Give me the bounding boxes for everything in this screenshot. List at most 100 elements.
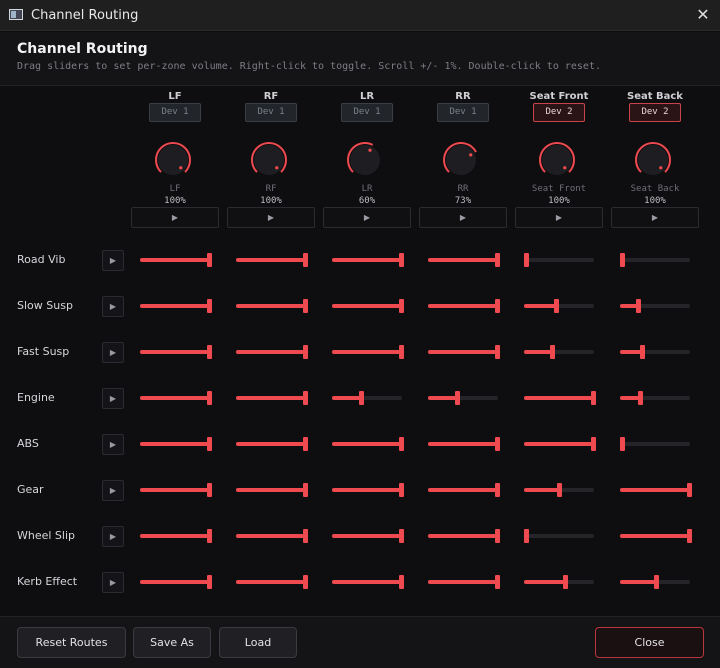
route-slider[interactable]: [620, 299, 692, 313]
route-slider[interactable]: [428, 575, 500, 589]
slider-thumb[interactable]: [207, 299, 212, 313]
volume-knob[interactable]: [153, 140, 193, 180]
volume-knob[interactable]: [537, 140, 577, 180]
zone-play-button[interactable]: ▶: [515, 207, 603, 228]
slider-thumb[interactable]: [399, 345, 404, 359]
slider-thumb[interactable]: [303, 437, 308, 451]
route-slider[interactable]: [524, 437, 596, 451]
route-slider[interactable]: [524, 391, 596, 405]
slider-thumb[interactable]: [399, 529, 404, 543]
slider-thumb[interactable]: [638, 391, 643, 405]
route-slider[interactable]: [236, 345, 308, 359]
route-slider[interactable]: [620, 575, 692, 589]
route-slider[interactable]: [428, 299, 500, 313]
zone-play-button[interactable]: ▶: [611, 207, 699, 228]
route-slider[interactable]: [332, 483, 404, 497]
route-slider[interactable]: [236, 391, 308, 405]
route-slider[interactable]: [236, 253, 308, 267]
slider-thumb[interactable]: [495, 299, 500, 313]
slider-thumb[interactable]: [591, 437, 596, 451]
slider-thumb[interactable]: [207, 253, 212, 267]
route-slider[interactable]: [332, 299, 404, 313]
zone-play-button[interactable]: ▶: [227, 207, 315, 228]
route-slider[interactable]: [620, 529, 692, 543]
slider-thumb[interactable]: [303, 253, 308, 267]
route-slider[interactable]: [140, 437, 212, 451]
slider-thumb[interactable]: [303, 483, 308, 497]
slider-thumb[interactable]: [620, 437, 625, 451]
channel-play-button[interactable]: ▶: [102, 572, 124, 593]
slider-thumb[interactable]: [554, 299, 559, 313]
slider-thumb[interactable]: [636, 299, 641, 313]
slider-thumb[interactable]: [207, 345, 212, 359]
volume-knob[interactable]: [441, 140, 481, 180]
route-slider[interactable]: [524, 299, 596, 313]
route-slider[interactable]: [332, 575, 404, 589]
route-slider[interactable]: [332, 345, 404, 359]
route-slider[interactable]: [332, 529, 404, 543]
route-slider[interactable]: [236, 437, 308, 451]
close-button[interactable]: Close: [595, 627, 704, 658]
slider-thumb[interactable]: [303, 391, 308, 405]
slider-thumb[interactable]: [654, 575, 659, 589]
route-slider[interactable]: [524, 345, 596, 359]
slider-thumb[interactable]: [495, 529, 500, 543]
save-as-button[interactable]: Save As: [133, 627, 211, 658]
route-slider[interactable]: [140, 253, 212, 267]
slider-thumb[interactable]: [495, 253, 500, 267]
channel-play-button[interactable]: ▶: [102, 526, 124, 547]
route-slider[interactable]: [140, 529, 212, 543]
route-slider[interactable]: [140, 299, 212, 313]
slider-thumb[interactable]: [207, 483, 212, 497]
slider-thumb[interactable]: [687, 483, 692, 497]
slider-thumb[interactable]: [207, 529, 212, 543]
route-slider[interactable]: [140, 345, 212, 359]
route-slider[interactable]: [332, 253, 404, 267]
route-slider[interactable]: [236, 529, 308, 543]
route-slider[interactable]: [332, 391, 404, 405]
slider-thumb[interactable]: [495, 345, 500, 359]
slider-thumb[interactable]: [495, 483, 500, 497]
load-button[interactable]: Load: [219, 627, 297, 658]
device-badge[interactable]: Dev 2: [629, 103, 681, 122]
slider-thumb[interactable]: [687, 529, 692, 543]
device-badge[interactable]: Dev 2: [533, 103, 585, 122]
slider-thumb[interactable]: [640, 345, 645, 359]
slider-thumb[interactable]: [207, 391, 212, 405]
slider-thumb[interactable]: [207, 437, 212, 451]
slider-thumb[interactable]: [455, 391, 460, 405]
slider-thumb[interactable]: [399, 299, 404, 313]
route-slider[interactable]: [428, 483, 500, 497]
route-slider[interactable]: [620, 437, 692, 451]
route-slider[interactable]: [332, 437, 404, 451]
slider-thumb[interactable]: [399, 253, 404, 267]
channel-play-button[interactable]: ▶: [102, 434, 124, 455]
slider-thumb[interactable]: [399, 483, 404, 497]
slider-thumb[interactable]: [550, 345, 555, 359]
route-slider[interactable]: [236, 483, 308, 497]
device-badge[interactable]: Dev 1: [149, 103, 201, 122]
route-slider[interactable]: [428, 391, 500, 405]
route-slider[interactable]: [620, 345, 692, 359]
route-slider[interactable]: [428, 345, 500, 359]
slider-thumb[interactable]: [303, 345, 308, 359]
zone-play-button[interactable]: ▶: [419, 207, 507, 228]
slider-thumb[interactable]: [495, 437, 500, 451]
channel-play-button[interactable]: ▶: [102, 342, 124, 363]
route-slider[interactable]: [524, 253, 596, 267]
slider-thumb[interactable]: [495, 575, 500, 589]
device-badge[interactable]: Dev 1: [245, 103, 297, 122]
channel-play-button[interactable]: ▶: [102, 480, 124, 501]
route-slider[interactable]: [140, 391, 212, 405]
route-slider[interactable]: [428, 253, 500, 267]
route-slider[interactable]: [428, 529, 500, 543]
reset-routes-button[interactable]: Reset Routes: [17, 627, 126, 658]
slider-thumb[interactable]: [359, 391, 364, 405]
route-slider[interactable]: [524, 575, 596, 589]
slider-thumb[interactable]: [557, 483, 562, 497]
channel-play-button[interactable]: ▶: [102, 250, 124, 271]
slider-thumb[interactable]: [591, 391, 596, 405]
slider-thumb[interactable]: [303, 575, 308, 589]
device-badge[interactable]: Dev 1: [341, 103, 393, 122]
zone-play-button[interactable]: ▶: [131, 207, 219, 228]
